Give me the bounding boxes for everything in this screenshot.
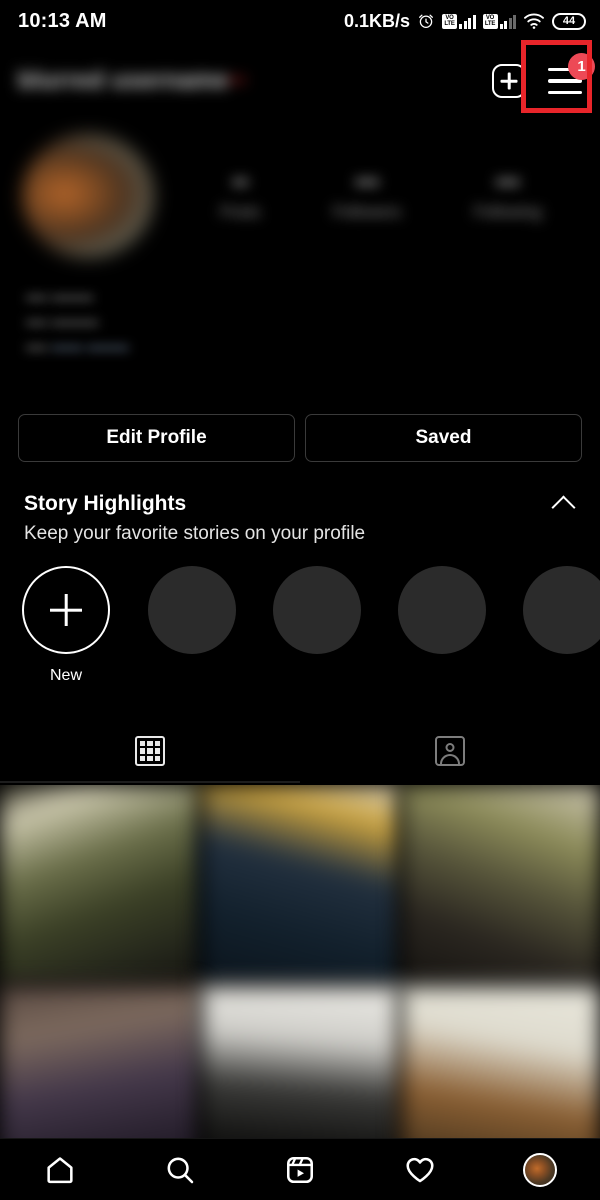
stat-followers[interactable]: ••• Followers [333,169,401,222]
nav-search[interactable] [150,1145,210,1195]
highlight-placeholder[interactable] [523,566,600,654]
chevron-up-icon[interactable] [551,495,576,520]
username-area[interactable]: blurred username•• [18,67,247,95]
nav-home[interactable] [30,1145,90,1195]
wifi-icon [524,13,544,29]
photo-thumbnail[interactable] [200,785,400,984]
nav-reels[interactable] [270,1145,330,1195]
stat-posts[interactable]: •• Posts [220,169,260,222]
sim2-signal: VO LTE [482,13,516,29]
highlight-placeholder-circle[interactable] [273,566,361,654]
sim2-volte-badge: VO LTE [482,13,498,29]
alarm-clock-icon [419,14,433,29]
sim1-signal-bars [459,14,476,29]
bottom-navigation-bar [0,1138,600,1200]
photo-thumbnail[interactable] [401,986,600,1140]
tagged-person-icon [435,736,465,766]
phone-screen: 10:13 AM 0.1KB/s VO LTE VO LTE 44 blurre… [0,0,600,1200]
photo-thumbnail[interactable] [401,785,600,984]
status-time: 10:13 AM [18,9,107,32]
profile-stats: •• Posts ••• Followers ••• Following [154,169,578,222]
tab-grid[interactable] [0,720,300,782]
edit-profile-button[interactable]: Edit Profile [18,414,295,462]
plus-icon[interactable] [22,566,110,654]
hamburger-menu-button[interactable]: 1 [548,53,595,94]
grid-icon [135,736,165,766]
story-highlights-row[interactable]: New [0,566,600,686]
sim2-signal-bars [499,14,516,29]
story-highlights-title: Story Highlights [24,492,187,515]
network-speed-text: 0.1KB/s [343,10,410,31]
photo-thumbnail[interactable] [0,785,199,984]
profile-tabs [0,720,600,782]
highlight-placeholder-circle[interactable] [148,566,236,654]
profile-avatar-icon [523,1152,557,1187]
status-bar: 10:13 AM 0.1KB/s VO LTE VO LTE 44 [0,0,600,42]
nav-activity[interactable] [390,1145,450,1195]
status-icons: 0.1KB/s VO LTE VO LTE 44 [344,11,586,32]
menu-notification-badge: 1 [568,53,595,80]
tab-active-underline [0,781,300,783]
tab-tagged[interactable] [300,720,600,782]
sim1-signal: VO LTE [442,13,476,29]
profile-bio: •••• •••••••• •••• ••••••••• •••• ••••••… [26,286,496,361]
saved-button[interactable]: Saved [305,414,582,462]
highlight-placeholder-circle[interactable] [523,566,600,654]
highlight-new-label: New [49,667,82,684]
avatar[interactable] [22,133,154,258]
highlight-new[interactable]: New [22,566,110,685]
nav-profile[interactable] [510,1145,570,1195]
stat-followers-value: ••• [355,169,380,195]
highlight-placeholder[interactable] [148,566,236,654]
profile-username: blurred username•• [18,67,247,94]
battery-level-text: 44 [562,15,576,27]
sim1-volte-badge: VO LTE [442,13,457,29]
battery-indicator: 44 [552,12,586,30]
highlight-placeholder[interactable] [398,566,486,654]
bio-line-link[interactable]: •••• •••••• •••••••• [26,336,496,361]
profile-action-buttons: Edit Profile Saved [0,414,600,462]
search-icon [167,1157,194,1183]
home-icon [47,1156,73,1183]
story-highlights-header: Story Highlights Keep your favorite stor… [0,490,600,550]
reels-icon [287,1156,314,1183]
photo-grid [0,785,600,1140]
highlight-placeholder-circle[interactable] [398,566,486,654]
story-highlights-subtitle: Keep your favorite stories on your profi… [24,523,366,544]
photo-thumbnail[interactable] [200,986,400,1140]
app-bar-actions: 1 [492,53,595,98]
bio-line: •••• •••••••• [26,290,94,307]
app-bar: blurred username•• 1 [0,42,600,120]
add-post-plus-icon[interactable] [492,64,526,98]
photo-thumbnail[interactable] [0,986,199,1140]
heart-icon [406,1157,434,1182]
stat-posts-value: •• [232,169,249,195]
stat-following[interactable]: ••• Following [474,169,542,222]
bio-line: •••• ••••••••• [26,315,99,332]
highlight-placeholder[interactable] [273,566,361,654]
stat-following-value: ••• [495,169,520,195]
stat-following-label: Following [474,204,542,221]
profile-header: •• Posts ••• Followers ••• Following [0,128,600,263]
stat-posts-label: Posts [220,204,261,221]
stat-followers-label: Followers [332,204,402,221]
